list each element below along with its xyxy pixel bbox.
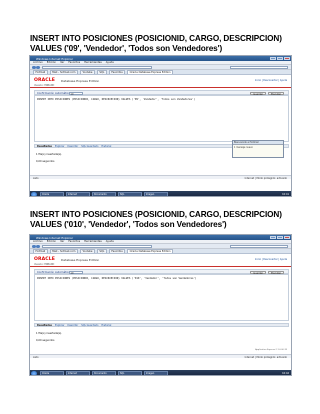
sql-text: INSERT INTO POSICIONES (POSICIONID, CARG… xyxy=(37,97,196,101)
taskbar-item[interactable]: Internet xyxy=(66,192,90,196)
favorite-tab[interactable]: Favoritos xyxy=(108,70,126,74)
sql-editor[interactable]: INSERT INTO POSICIONES (POSICIONID, CARG… xyxy=(34,274,289,321)
result-time: 0,00 segundos xyxy=(36,160,55,163)
oracle-logo: ORACLE xyxy=(34,257,56,262)
taskbar-item[interactable]: Documento xyxy=(92,192,116,196)
tab-describe[interactable]: Describir xyxy=(68,324,79,327)
start-button-icon[interactable] xyxy=(31,191,37,196)
menu-item[interactable]: Ayuda xyxy=(106,61,114,64)
tab-results[interactable]: Resultados xyxy=(37,145,52,148)
active-tab[interactable]: Oracle Database Express Edition xyxy=(127,249,174,253)
minimize-button[interactable] xyxy=(270,56,276,60)
favorite-tab[interactable]: Hotmail xyxy=(33,70,48,74)
menu-item[interactable]: Edición xyxy=(47,61,56,64)
forward-icon[interactable] xyxy=(36,244,40,249)
menu-item[interactable]: Archivo xyxy=(33,61,43,64)
result-message: 1 fila(s) insertada(s). xyxy=(36,332,63,335)
tab-history[interactable]: Historial xyxy=(101,145,111,148)
favorite-tab[interactable]: Mail - hotmail.com xyxy=(49,70,78,74)
minimize-button[interactable] xyxy=(270,235,276,239)
security-zone: Internet | Modo protegido: activado xyxy=(244,355,287,359)
tab-explain[interactable]: Explicar xyxy=(55,145,65,148)
taskbar-item[interactable]: Oracle xyxy=(40,371,64,375)
status-bar: Listo Internet | Modo protegido: activad… xyxy=(30,354,291,359)
back-icon[interactable] xyxy=(32,65,36,70)
window-controls xyxy=(270,235,290,239)
taskbar-item[interactable]: Imagen xyxy=(144,192,168,196)
taskbar: Oracle Internet Documento SQL Imagen 10:… xyxy=(30,370,291,375)
menu-item[interactable]: Herramientas xyxy=(84,61,102,64)
tab-strip: Hotmail Mail - hotmail.com Youtube SQL F… xyxy=(30,249,291,254)
tab-results[interactable]: Resultados xyxy=(37,324,52,327)
favorite-tab[interactable]: Favoritos xyxy=(108,249,126,253)
maximize-button[interactable] xyxy=(277,56,283,60)
menu-item[interactable]: Favoritos xyxy=(68,61,80,64)
menu-item[interactable]: Ver xyxy=(60,240,64,243)
favorite-tab[interactable]: Youtube xyxy=(79,70,95,74)
version-footnote: Application Express 2.1.0.00.39 xyxy=(255,349,287,351)
popup-body: 1 mensaje nuevo xyxy=(234,145,253,149)
page-heading-2: INSERT INTO POSICIONES (POSICIONID, CARG… xyxy=(30,210,282,229)
sql-text: INSERT INTO POSICIONES (POSICIONID, CARG… xyxy=(37,276,197,280)
oracle-logo: ORACLE xyxy=(34,78,56,83)
taskbar-item[interactable]: Imagen xyxy=(144,371,168,375)
taskbar-item[interactable]: SQL xyxy=(118,371,142,375)
page-heading-1: INSERT INTO POSICIONES (POSICIONID, CARG… xyxy=(30,34,282,53)
taskbar-item[interactable]: Documento xyxy=(92,371,116,375)
favorite-tab[interactable]: Mail - hotmail.com xyxy=(49,249,78,253)
forward-icon[interactable] xyxy=(36,65,40,70)
menu-item[interactable]: Ayuda xyxy=(106,240,114,243)
taskbar-item[interactable]: Oracle xyxy=(40,192,64,196)
url-input[interactable] xyxy=(42,66,152,69)
notification-popup[interactable]: Bienvenido a Hotmail 1 mensaje nuevo xyxy=(232,140,284,158)
screenshot-1: Windows Internet Explorer Archivo Edició… xyxy=(29,55,292,197)
favorite-tab[interactable]: SQL xyxy=(96,70,107,74)
header-divider xyxy=(30,266,291,267)
close-button[interactable] xyxy=(284,235,290,239)
security-zone: Internet | Modo protegido: activado xyxy=(244,176,287,180)
status-text: Listo xyxy=(33,176,39,180)
back-icon[interactable] xyxy=(32,244,36,249)
tab-strip: Hotmail Mail - hotmail.com Youtube SQL F… xyxy=(30,70,291,75)
tab-saved-sql[interactable]: SQL Guardado xyxy=(81,324,98,327)
favorite-tab[interactable]: Hotmail xyxy=(33,249,48,253)
taskbar-item[interactable]: SQL xyxy=(118,192,142,196)
result-tabs: Resultados Explicar Describir SQL Guarda… xyxy=(34,323,289,327)
header-links[interactable]: Inicio | Desconectar | Ayuda xyxy=(255,258,287,261)
status-bar: Listo Internet | Modo protegido: activad… xyxy=(30,175,291,180)
screenshot-2: Windows Internet Explorer Archivo Edició… xyxy=(29,234,292,376)
product-name: Database Express Edition xyxy=(61,79,100,83)
menu-item[interactable]: Edición xyxy=(47,240,56,243)
header-divider xyxy=(30,87,291,88)
menu-item[interactable]: Favoritos xyxy=(68,240,80,243)
product-name: Database Express Edition xyxy=(61,258,100,262)
sql-editor[interactable]: INSERT INTO POSICIONES (POSICIONID, CARG… xyxy=(34,95,289,142)
tab-saved-sql[interactable]: SQL Guardado xyxy=(81,145,98,148)
status-text: Listo xyxy=(33,355,39,359)
start-button-icon[interactable] xyxy=(31,370,37,375)
clock: 10:42 xyxy=(282,371,289,375)
clock: 10:41 xyxy=(282,192,289,196)
taskbar-item[interactable]: Internet xyxy=(66,371,90,375)
favorite-tab[interactable]: SQL xyxy=(96,249,107,253)
tab-history[interactable]: Historial xyxy=(101,324,111,327)
header-links[interactable]: Inicio | Desconectar | Ayuda xyxy=(255,79,287,82)
favorite-tab[interactable]: Youtube xyxy=(79,249,95,253)
menu-item[interactable]: Ver xyxy=(60,61,64,64)
active-tab[interactable]: Oracle Database Express Edition xyxy=(127,70,174,74)
url-input[interactable] xyxy=(42,245,152,248)
window-controls xyxy=(270,56,290,60)
taskbar: Oracle Internet Documento SQL Imagen 10:… xyxy=(30,191,291,196)
tab-describe[interactable]: Describir xyxy=(68,145,79,148)
result-time: 0,00 segundos xyxy=(36,339,55,342)
search-input[interactable] xyxy=(230,66,288,69)
maximize-button[interactable] xyxy=(277,235,283,239)
search-input[interactable] xyxy=(230,245,288,248)
close-button[interactable] xyxy=(284,56,290,60)
menu-item[interactable]: Herramientas xyxy=(84,240,102,243)
result-message: 1 fila(s) insertada(s). xyxy=(36,153,63,156)
menu-item[interactable]: Archivo xyxy=(33,240,43,243)
tab-explain[interactable]: Explicar xyxy=(55,324,65,327)
